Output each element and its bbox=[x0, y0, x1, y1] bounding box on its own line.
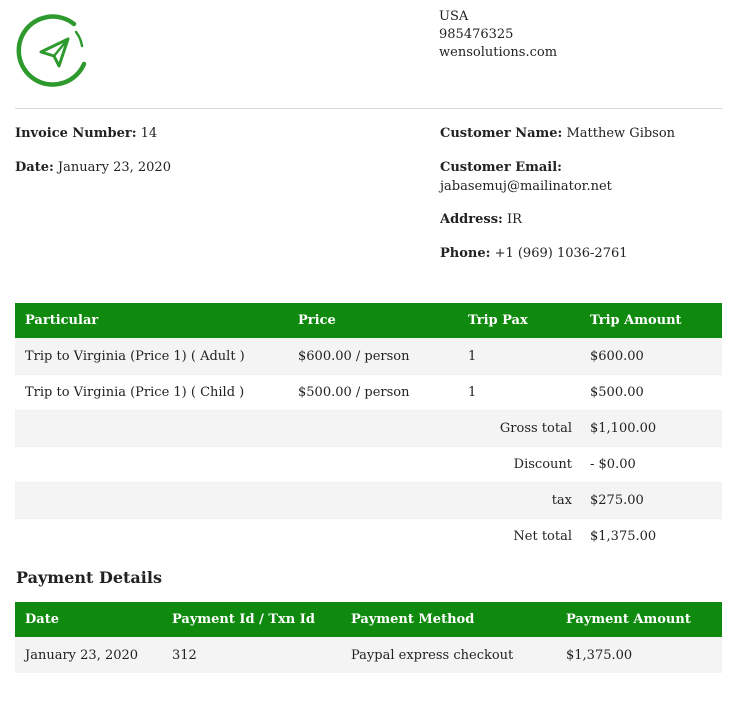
customer-address-value: IR bbox=[506, 212, 522, 227]
item-pax: 1 bbox=[458, 374, 580, 411]
col-particular: Particular bbox=[15, 303, 288, 339]
col-trip-amount: Trip Amount bbox=[580, 303, 722, 339]
col-payment-amount: Payment Amount bbox=[556, 602, 722, 637]
tax-value: $275.00 bbox=[580, 482, 722, 519]
customer-name-value: Matthew Gibson bbox=[566, 126, 676, 141]
item-particular: Trip to Virginia (Price 1) ( Child ) bbox=[15, 374, 288, 411]
payment-method: Paypal express checkout bbox=[341, 637, 556, 673]
gross-total-row: Gross total $1,100.00 bbox=[15, 410, 722, 447]
customer-phone-value: +1 (969) 1036-2761 bbox=[494, 246, 628, 261]
company-country: USA bbox=[439, 9, 469, 24]
payment-details-title: Payment Details bbox=[16, 568, 162, 587]
table-row: Trip to Virginia (Price 1) ( Adult ) $60… bbox=[15, 338, 722, 375]
invoice-date-label: Date: bbox=[15, 160, 54, 175]
invoice-date: Date: January 23, 2020 bbox=[15, 158, 171, 177]
item-particular: Trip to Virginia (Price 1) ( Adult ) bbox=[15, 338, 288, 375]
col-payment-id: Payment Id / Txn Id bbox=[162, 602, 341, 637]
customer-phone: Phone: +1 (969) 1036-2761 bbox=[440, 244, 628, 263]
invoice-number-label: Invoice Number: bbox=[15, 126, 137, 141]
discount-value: - $0.00 bbox=[580, 446, 722, 483]
tax-label: tax bbox=[15, 482, 580, 519]
customer-email-label: Customer Email: bbox=[440, 160, 562, 175]
net-total-value: $1,375.00 bbox=[580, 518, 722, 554]
gross-total-label: Gross total bbox=[15, 410, 580, 447]
invoice-number: Invoice Number: 14 bbox=[15, 124, 157, 143]
company-info: USA 985476325 wensolutions.com bbox=[439, 8, 557, 62]
items-table: Particular Price Trip Pax Trip Amount Tr… bbox=[15, 303, 722, 554]
invoice-date-value: January 23, 2020 bbox=[57, 160, 171, 175]
col-date: Date bbox=[15, 602, 162, 637]
tax-row: tax $275.00 bbox=[15, 482, 722, 519]
item-price: $500.00 / person bbox=[288, 374, 458, 411]
gross-total-value: $1,100.00 bbox=[580, 410, 722, 447]
customer-name-label: Customer Name: bbox=[440, 126, 563, 141]
customer-name: Customer Name: Matthew Gibson bbox=[440, 124, 675, 143]
customer-phone-label: Phone: bbox=[440, 246, 491, 261]
payment-table: Date Payment Id / Txn Id Payment Method … bbox=[15, 602, 722, 673]
items-header-row: Particular Price Trip Pax Trip Amount bbox=[15, 303, 722, 339]
payment-date: January 23, 2020 bbox=[15, 637, 162, 673]
customer-email: Customer Email: jabasemuj@mailinator.net bbox=[440, 158, 612, 196]
col-price: Price bbox=[288, 303, 458, 339]
col-payment-method: Payment Method bbox=[341, 602, 556, 637]
header-divider bbox=[15, 108, 722, 109]
customer-address-label: Address: bbox=[440, 212, 503, 227]
payment-amount: $1,375.00 bbox=[556, 637, 722, 673]
customer-address: Address: IR bbox=[440, 210, 522, 229]
customer-email-value[interactable]: jabasemuj@mailinator.net bbox=[440, 179, 612, 194]
col-trip-pax: Trip Pax bbox=[458, 303, 580, 339]
item-price: $600.00 / person bbox=[288, 338, 458, 375]
company-phone: 985476325 bbox=[439, 27, 514, 42]
invoice-number-value: 14 bbox=[140, 126, 158, 141]
paper-plane-icon bbox=[16, 14, 87, 87]
discount-label: Discount bbox=[15, 446, 580, 483]
item-amount: $500.00 bbox=[580, 374, 722, 411]
net-total-label: Net total bbox=[15, 518, 580, 554]
company-logo bbox=[14, 12, 92, 90]
payment-header-row: Date Payment Id / Txn Id Payment Method … bbox=[15, 602, 722, 637]
item-pax: 1 bbox=[458, 338, 580, 375]
table-row: Trip to Virginia (Price 1) ( Child ) $50… bbox=[15, 374, 722, 411]
discount-row: Discount - $0.00 bbox=[15, 446, 722, 483]
net-total-row: Net total $1,375.00 bbox=[15, 518, 722, 554]
company-website[interactable]: wensolutions.com bbox=[439, 44, 557, 62]
payment-id: 312 bbox=[162, 637, 341, 673]
item-amount: $600.00 bbox=[580, 338, 722, 375]
table-row: January 23, 2020 312 Paypal express chec… bbox=[15, 637, 722, 673]
